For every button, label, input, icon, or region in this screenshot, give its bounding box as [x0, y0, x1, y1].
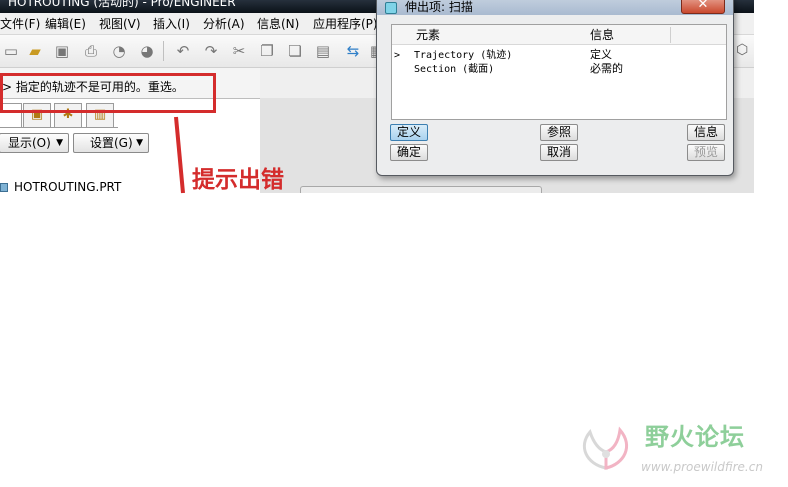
menu-edit[interactable]: 编辑(E)	[45, 17, 86, 31]
row-element: Section (截面)	[414, 64, 495, 75]
element-table: 元素 信息 > Trajectory (轨迹) 定义 Section (截面) …	[391, 24, 727, 120]
dialog-body: 元素 信息 > Trajectory (轨迹) 定义 Section (截面) …	[383, 19, 727, 171]
close-button[interactable]: ✕	[681, 0, 725, 14]
column-info: 信息	[590, 28, 615, 42]
dialog-app-icon	[385, 2, 397, 14]
watermark-title: 野火论坛	[645, 423, 745, 451]
chevron-down-icon: ▼	[56, 138, 63, 148]
preview-button[interactable]: 预览	[687, 144, 725, 161]
cancel-button[interactable]: 取消	[540, 144, 578, 161]
save-icon[interactable]: ▣	[53, 42, 71, 60]
model-tree-root[interactable]: HOTROUTING.PRT	[0, 181, 121, 193]
define-button[interactable]: 定义	[390, 124, 428, 141]
ok-button[interactable]: 确定	[390, 144, 428, 161]
cut-icon[interactable]: ✂	[230, 42, 248, 60]
column-separator	[670, 27, 671, 43]
window-title: HOTROUTING (活动的) - Pro/ENGINEER	[8, 0, 236, 9]
copy-icon[interactable]: ❐	[258, 42, 276, 60]
reference-button[interactable]: 参照	[540, 124, 578, 141]
settings-dropdown[interactable]: 设置(G) ▼	[73, 133, 149, 153]
dialog-title: 伸出项: 扫描	[405, 0, 473, 14]
chevron-down-icon: ▼	[136, 138, 143, 148]
new-file-icon[interactable]: ▭	[2, 42, 20, 60]
paste-special-icon[interactable]: ▤	[314, 42, 332, 60]
print-icon[interactable]: ⎙	[82, 42, 100, 60]
send-icon[interactable]: ◕	[138, 42, 156, 60]
undo-icon[interactable]: ↶	[174, 42, 192, 60]
regenerate-icon[interactable]: ⇆	[344, 42, 362, 60]
paste-icon[interactable]: ❏	[286, 42, 304, 60]
menu-insert[interactable]: 插入(I)	[153, 17, 190, 31]
menu-applications[interactable]: 应用程序(P)	[313, 17, 378, 31]
error-highlight-box	[0, 73, 216, 113]
dialog-title-bar[interactable]: 伸出项: 扫描 ✕	[377, 0, 733, 15]
menu-analysis[interactable]: 分析(A)	[203, 17, 245, 31]
watermark-url: www.proewildfire.cn	[641, 460, 763, 474]
screenshot: HOTROUTING (活动的) - Pro/ENGINEER 文件(F) 编辑…	[0, 0, 788, 487]
background-dialog-edge	[300, 186, 542, 193]
sweep-dialog: 伸出项: 扫描 ✕ 元素 信息 > Trajectory (轨迹) 定义 Sec…	[376, 0, 734, 176]
redo-icon[interactable]: ↷	[202, 42, 220, 60]
show-dropdown[interactable]: 显示(O) ▼	[0, 133, 69, 153]
table-header: 元素 信息	[392, 25, 726, 45]
view-cube-icon[interactable]: ⬡	[736, 42, 748, 58]
current-row-marker: >	[394, 50, 401, 61]
row-element: Trajectory (轨迹)	[414, 50, 513, 61]
menu-file[interactable]: 文件(F)	[0, 17, 40, 31]
forum-logo	[583, 426, 628, 470]
row-info: 必需的	[590, 62, 623, 75]
show-dropdown-label: 显示(O)	[8, 136, 51, 150]
annotation-label: 提示出错	[192, 167, 284, 193]
settings-dropdown-label: 设置(G)	[90, 136, 133, 150]
menu-info[interactable]: 信息(N)	[257, 17, 299, 31]
column-element: 元素	[416, 28, 441, 42]
email-icon[interactable]: ◔	[110, 42, 128, 60]
tab-divider	[0, 127, 118, 128]
row-info: 定义	[590, 48, 612, 61]
menu-view[interactable]: 视图(V)	[99, 17, 141, 31]
info-button[interactable]: 信息	[687, 124, 725, 141]
part-icon	[0, 183, 8, 192]
open-folder-icon[interactable]: ▰	[26, 42, 44, 60]
toolbar-separator	[163, 41, 164, 61]
close-icon: ✕	[697, 0, 709, 12]
tree-root-label: HOTROUTING.PRT	[14, 180, 122, 194]
